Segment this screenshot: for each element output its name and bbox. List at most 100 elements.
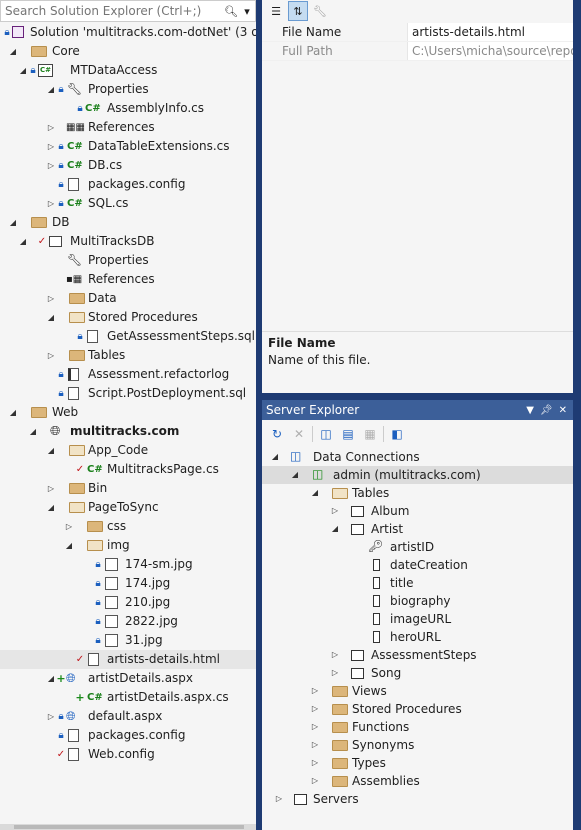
tree-item-file[interactable]: + C# artistDetails.aspx.cs [0,688,256,707]
search-icon[interactable]: 🔍︎ [223,1,239,21]
chevron-right-icon[interactable]: ▷ [46,707,56,726]
tree-item-data-connections[interactable]: ◢ ◫ Data Connections [262,448,573,466]
tree-item-file[interactable]: 🔒︎ C# AssemblyInfo.cs [0,99,256,118]
tree-item-table[interactable]: ▷ Album [262,502,573,520]
chevron-right-icon[interactable]: ▷ [46,289,56,308]
scrollbar-thumb[interactable] [14,825,244,829]
tree-item-references[interactable]: ▪▦ References [0,270,256,289]
tree-item-properties[interactable]: ◢ 🔒︎ 🔧︎ Properties [0,80,256,99]
chevron-down-icon[interactable]: ◢ [270,448,280,466]
tree-item-file[interactable]: ▷ 🔒︎ C# DB.cs [0,156,256,175]
chevron-right-icon[interactable]: ▷ [274,790,284,808]
chevron-right-icon[interactable]: ▷ [46,137,56,156]
tree-item-properties[interactable]: 🔧︎ Properties [0,251,256,270]
tree-item-folder[interactable]: ▷ Assemblies [262,772,573,790]
tree-item-table[interactable]: ▷ Song [262,664,573,682]
chevron-down-icon[interactable]: ◢ [18,61,28,80]
tree-item-file[interactable]: 🔒︎ GetAssessmentSteps.sql [0,327,256,346]
window-position-dropdown-icon[interactable]: ▼ [526,405,534,416]
tree-item-project-multitracks[interactable]: ◢ 🌐︎ multitracks.com [0,422,256,441]
chevron-right-icon[interactable]: ▷ [46,156,56,175]
chevron-down-icon[interactable]: ◢ [8,213,18,232]
tree-item-column[interactable]: title [262,574,573,592]
tree-item-file-selected[interactable]: ✓ artists-details.html [0,650,256,669]
tree-item-file[interactable]: ▷ 🔒︎ C# DataTableExtensions.cs [0,137,256,156]
chevron-down-icon[interactable]: ◢ [330,520,340,538]
tree-item-table[interactable]: ▷ AssessmentSteps [262,646,573,664]
tree-item-file[interactable]: ✓ Web.config [0,745,256,764]
tree-item-column[interactable]: heroURL [262,628,573,646]
tree-item-column-key[interactable]: 🔑︎ artistID [262,538,573,556]
tree-item-folder[interactable]: ▷ Bin [0,479,256,498]
tree-item-folder[interactable]: ▷ Tables [0,346,256,365]
chevron-down-icon[interactable]: ◢ [8,42,18,61]
tree-item-column[interactable]: dateCreation [262,556,573,574]
tree-item-folder[interactable]: ▷ Data [0,289,256,308]
tree-item-folder[interactable]: ◢ PageToSync [0,498,256,517]
property-value[interactable]: C:\Users\micha\source\repos\ [407,42,573,60]
chevron-right-icon[interactable]: ▷ [310,736,320,754]
tree-item-file[interactable]: 🔒︎ 2822.jpg [0,612,256,631]
tree-item-folder[interactable]: ▷ Synonyms [262,736,573,754]
property-pages-wrench-icon[interactable]: 🔧︎ [310,1,330,21]
connect-to-server-icon[interactable]: ▤ [339,425,357,443]
tree-item-folder-web[interactable]: ◢ Web [0,403,256,422]
chevron-down-icon[interactable]: ◢ [46,441,56,460]
categorized-view-icon[interactable]: ☰ [266,1,286,21]
alphabetical-sort-icon[interactable]: ⇅ [288,1,308,21]
tree-item-folder[interactable]: ▷ Functions [262,718,573,736]
tree-item-folder-db[interactable]: ◢ DB [0,213,256,232]
chevron-down-icon[interactable]: ◢ [46,308,56,327]
chevron-down-icon[interactable]: ◢ [46,669,56,688]
property-value[interactable]: artists-details.html [407,23,573,41]
chevron-right-icon[interactable]: ▷ [310,754,320,772]
tree-item-project-mtdataaccess[interactable]: ◢ 🔒︎ C# MTDataAccess [0,61,256,80]
chevron-right-icon[interactable]: ▷ [46,479,56,498]
tree-item-folder[interactable]: ◢ App_Code [0,441,256,460]
tree-item-references[interactable]: ▷ ▦▦ References [0,118,256,137]
chevron-right-icon[interactable]: ▷ [46,118,56,137]
chevron-down-icon[interactable]: ◢ [46,80,56,99]
refresh-icon[interactable]: ↻ [268,425,286,443]
chevron-right-icon[interactable]: ▷ [310,682,320,700]
chevron-right-icon[interactable]: ▷ [310,700,320,718]
tree-item-servers[interactable]: ▷ Servers [262,790,573,808]
solution-search-input[interactable] [1,1,223,21]
tree-item-project-multitracksdb[interactable]: ◢ ✓ MultiTracksDB [0,232,256,251]
tree-item-file[interactable]: ▷ 🔒︎ 🌐︎ default.aspx [0,707,256,726]
property-row-full-path[interactable]: Full Path C:\Users\micha\source\repos\ [262,42,573,61]
tree-item-connection-selected[interactable]: ◢ ◫ admin (multitracks.com) [262,466,573,484]
tree-item-file[interactable]: 🔒︎ 174.jpg [0,574,256,593]
connect-to-database-icon[interactable]: ◫ [317,425,335,443]
tree-item-file[interactable]: 🔒︎ 210.jpg [0,593,256,612]
tree-item-column[interactable]: imageURL [262,610,573,628]
tree-item-table[interactable]: ◢ Artist [262,520,573,538]
chevron-down-icon[interactable]: ◢ [18,232,28,251]
chevron-right-icon[interactable]: ▷ [46,346,56,365]
tree-item-file[interactable]: ✓ C# MultitracksPage.cs [0,460,256,479]
solution-search-box[interactable]: 🔍︎ ▾ [0,0,256,22]
chevron-right-icon[interactable]: ▷ [330,664,340,682]
tree-item-folder[interactable]: ◢ img [0,536,256,555]
chevron-down-icon[interactable]: ◢ [8,403,18,422]
azure-icon[interactable]: ◧ [388,425,406,443]
chevron-right-icon[interactable]: ▷ [310,772,320,790]
tree-item-file[interactable]: ▷ 🔒︎ C# SQL.cs [0,194,256,213]
tree-item-column[interactable]: biography [262,592,573,610]
close-icon[interactable]: ✕ [559,405,567,416]
pin-icon[interactable]: 📌︎ [540,405,553,416]
tree-item-file[interactable]: ◢ + 🌐︎ artistDetails.aspx [0,669,256,688]
tree-item-solution[interactable]: 🔒︎ Solution 'multitracks.com-dotNet' (3 … [0,23,256,42]
search-options-dropdown-icon[interactable]: ▾ [239,1,255,21]
tree-item-file[interactable]: 🔒︎ packages.config [0,175,256,194]
tree-item-folder[interactable]: ▷ Stored Procedures [262,700,573,718]
chevron-right-icon[interactable]: ▷ [330,646,340,664]
tree-item-file[interactable]: 🔒︎ Assessment.refactorlog [0,365,256,384]
tree-item-file[interactable]: 🔒︎ packages.config [0,726,256,745]
chevron-right-icon[interactable]: ▷ [330,502,340,520]
tree-item-file[interactable]: 🔒︎ 174-sm.jpg [0,555,256,574]
chevron-right-icon[interactable]: ▷ [64,517,74,536]
chevron-down-icon[interactable]: ◢ [28,422,38,441]
tree-item-folder[interactable]: ◢ Tables [262,484,573,502]
chevron-down-icon[interactable]: ◢ [290,466,300,484]
